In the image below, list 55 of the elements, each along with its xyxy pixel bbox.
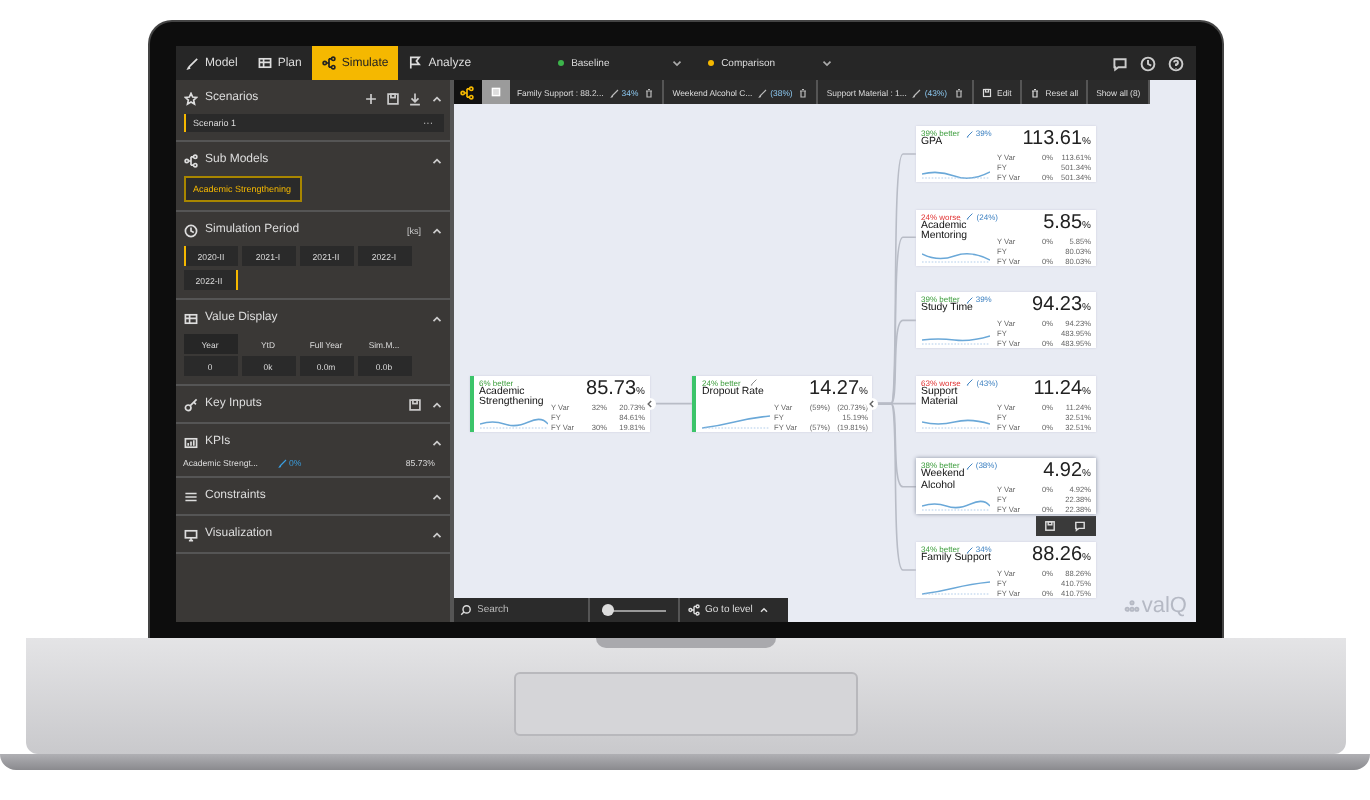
collapse-icon[interactable] [429, 397, 443, 411]
pencil-icon [758, 87, 769, 97]
pencil-icon [965, 295, 974, 304]
dots-icon [1123, 598, 1140, 614]
sparkline [921, 496, 989, 513]
clock-icon [183, 223, 197, 237]
delete-icon[interactable] [644, 87, 655, 97]
chevron-down-icon[interactable] [819, 56, 834, 70]
pencil-icon [965, 461, 974, 470]
hierarchy-icon [687, 604, 699, 616]
chevron-down-icon[interactable] [669, 56, 684, 70]
square-button[interactable] [481, 80, 509, 104]
hierarchy-button[interactable] [453, 80, 481, 104]
pencil-icon [912, 87, 923, 97]
caret-icon [758, 604, 771, 616]
flag-icon [408, 56, 423, 70]
trash-icon [1029, 87, 1040, 97]
collapse-icon[interactable] [429, 311, 443, 325]
pencil-icon [277, 458, 287, 468]
collapse-icon[interactable] [429, 91, 443, 105]
sparkline [921, 580, 989, 596]
search-icon [459, 604, 471, 616]
hierarchy-icon [183, 153, 197, 167]
pencil-icon [966, 378, 975, 387]
sparkline [702, 413, 770, 430]
monitor-icon [183, 527, 197, 541]
pencil-icon[interactable] [750, 378, 759, 387]
collapse-icon[interactable] [429, 489, 443, 503]
hierarchy-icon [460, 85, 474, 99]
chat-icon[interactable] [1111, 55, 1127, 71]
save-icon[interactable] [385, 91, 399, 105]
pencil-icon [966, 212, 975, 221]
download-icon[interactable] [407, 91, 421, 105]
clock-icon[interactable] [1139, 55, 1155, 71]
pencil-icon [185, 56, 199, 70]
pencil-icon [609, 87, 620, 97]
collapse-icon[interactable] [429, 527, 443, 541]
sparkline [479, 413, 547, 430]
chat-icon[interactable] [1074, 520, 1086, 533]
delete-icon[interactable] [953, 87, 964, 97]
collapse-icon[interactable] [429, 435, 443, 449]
collapse-icon[interactable] [429, 223, 443, 237]
chart-icon [183, 435, 197, 449]
list-icon [183, 489, 197, 503]
key-icon [183, 397, 197, 411]
hierarchy-icon [321, 56, 336, 70]
star-icon [183, 91, 197, 105]
delete-icon[interactable] [798, 87, 809, 97]
collapse-icon[interactable] [429, 153, 443, 167]
sparkline [921, 247, 989, 264]
sparkline [921, 330, 989, 347]
help-icon[interactable] [1167, 55, 1183, 71]
add-icon[interactable] [363, 91, 377, 105]
square-icon [489, 86, 501, 98]
zoom-slider-thumb[interactable] [602, 604, 615, 616]
